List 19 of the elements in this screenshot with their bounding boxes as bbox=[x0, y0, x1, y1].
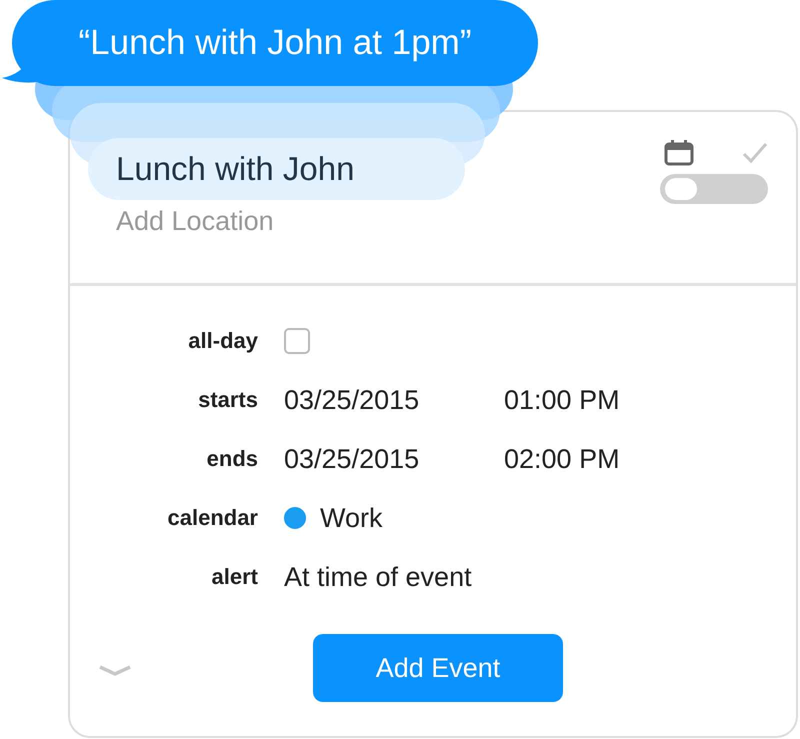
time-value[interactable]: 01:00 PM bbox=[504, 384, 620, 416]
calendar-icon[interactable] bbox=[664, 140, 694, 166]
date-value[interactable]: 03/25/2015 bbox=[284, 444, 504, 474]
date-value[interactable]: 03/25/2015 bbox=[284, 384, 504, 416]
time-value[interactable]: 02:00 PM bbox=[504, 444, 620, 474]
field-label: ends bbox=[206, 446, 258, 472]
field-label: calendar bbox=[166, 505, 258, 531]
toggle-switch[interactable] bbox=[660, 174, 768, 204]
alert-value[interactable]: At time of event bbox=[284, 562, 472, 592]
field-label: all-day bbox=[187, 328, 258, 354]
calendar-value[interactable]: Work bbox=[320, 502, 383, 534]
location-field[interactable]: Add Location bbox=[116, 206, 376, 237]
all-day-checkbox[interactable] bbox=[284, 328, 310, 354]
chevron-down-icon[interactable] bbox=[98, 664, 132, 676]
event-title[interactable]: Lunch with John bbox=[88, 138, 465, 200]
bubble-text: “Lunch with John at 1pm” bbox=[78, 23, 472, 63]
field-label: starts bbox=[197, 387, 258, 413]
checkmark-icon[interactable] bbox=[742, 142, 768, 164]
field-label: alert bbox=[210, 564, 258, 590]
